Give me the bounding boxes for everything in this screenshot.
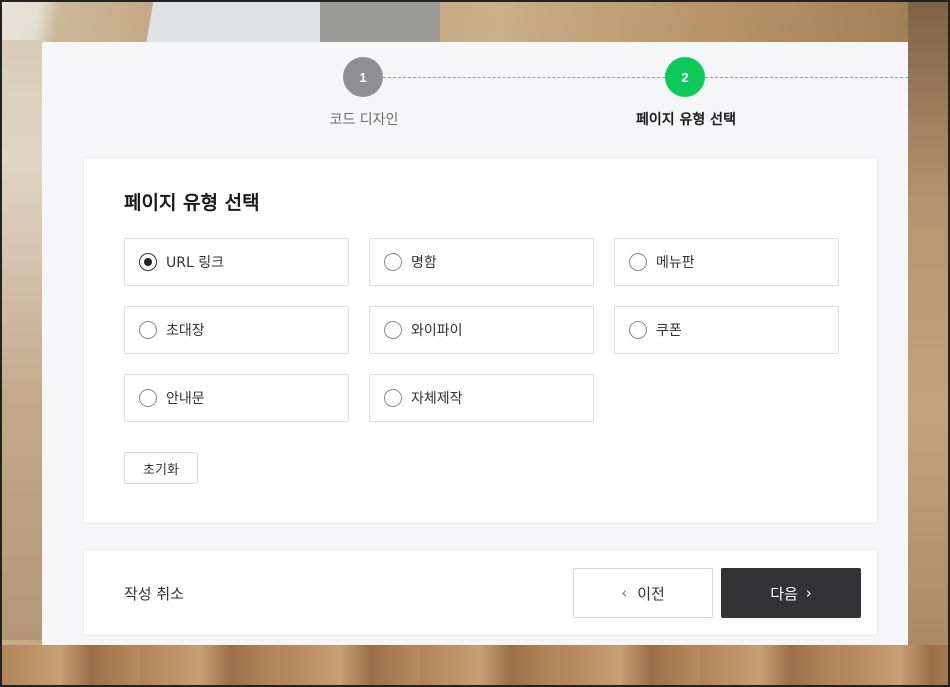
prev-button-label: 이전 (637, 584, 665, 603)
radio-icon[interactable] (629, 253, 647, 271)
stepper-connector (383, 77, 665, 78)
background-box-left (0, 40, 42, 640)
radio-icon[interactable] (629, 321, 647, 339)
option-url-link[interactable]: URL 링크 (124, 238, 349, 286)
background-object (320, 0, 440, 42)
radio-icon[interactable] (139, 321, 157, 339)
step-2-label: 페이지 유형 선택 (636, 112, 736, 128)
background-floor (0, 645, 950, 687)
radio-icon[interactable] (384, 389, 402, 407)
cancel-link[interactable]: 작성 취소 (124, 583, 184, 604)
option-label: 자체제작 (411, 391, 463, 407)
chevron-left-icon: ‹ (621, 584, 628, 602)
panel-title: 페이지 유형 선택 (124, 192, 260, 214)
footer-bar: 작성 취소 ‹ 이전 다음 › (83, 549, 878, 636)
page-type-panel: 페이지 유형 선택 URL 링크 명함 메뉴판 초대장 와이파이 쿠폰 안내문 (83, 157, 878, 524)
option-coupon[interactable]: 쿠폰 (614, 306, 839, 354)
step-2-circle[interactable]: 2 (665, 57, 705, 97)
option-notice[interactable]: 안내문 (124, 374, 349, 422)
background-box-right (908, 0, 950, 687)
reset-button[interactable]: 초기화 (124, 452, 198, 484)
stepper: 1 2 코드 디자인 페이지 유형 선택 (42, 42, 908, 152)
page-type-modal: 1 2 코드 디자인 페이지 유형 선택 페이지 유형 선택 URL 링크 명함… (42, 42, 908, 645)
step-1-label: 코드 디자인 (329, 112, 399, 128)
option-label: 초대장 (166, 323, 205, 339)
next-button-label: 다음 (770, 584, 798, 603)
stepper-connector-trailing (705, 77, 908, 78)
option-label: 메뉴판 (656, 255, 695, 271)
prev-button[interactable]: ‹ 이전 (573, 568, 713, 618)
next-button[interactable]: 다음 › (721, 568, 861, 618)
option-invitation[interactable]: 초대장 (124, 306, 349, 354)
option-label: 명함 (411, 255, 437, 271)
option-wifi[interactable]: 와이파이 (369, 306, 594, 354)
option-business-card[interactable]: 명함 (369, 238, 594, 286)
option-label: 와이파이 (411, 323, 463, 339)
option-custom[interactable]: 자체제작 (369, 374, 594, 422)
radio-icon[interactable] (384, 253, 402, 271)
radio-icon[interactable] (384, 321, 402, 339)
option-label: URL 링크 (166, 255, 224, 271)
option-menu[interactable]: 메뉴판 (614, 238, 839, 286)
background-paper (146, 0, 344, 42)
option-label: 안내문 (166, 391, 205, 407)
chevron-right-icon: › (805, 584, 812, 602)
radio-checked-icon[interactable] (139, 253, 157, 271)
option-label: 쿠폰 (656, 323, 682, 339)
step-1-circle[interactable]: 1 (343, 57, 383, 97)
radio-icon[interactable] (139, 389, 157, 407)
